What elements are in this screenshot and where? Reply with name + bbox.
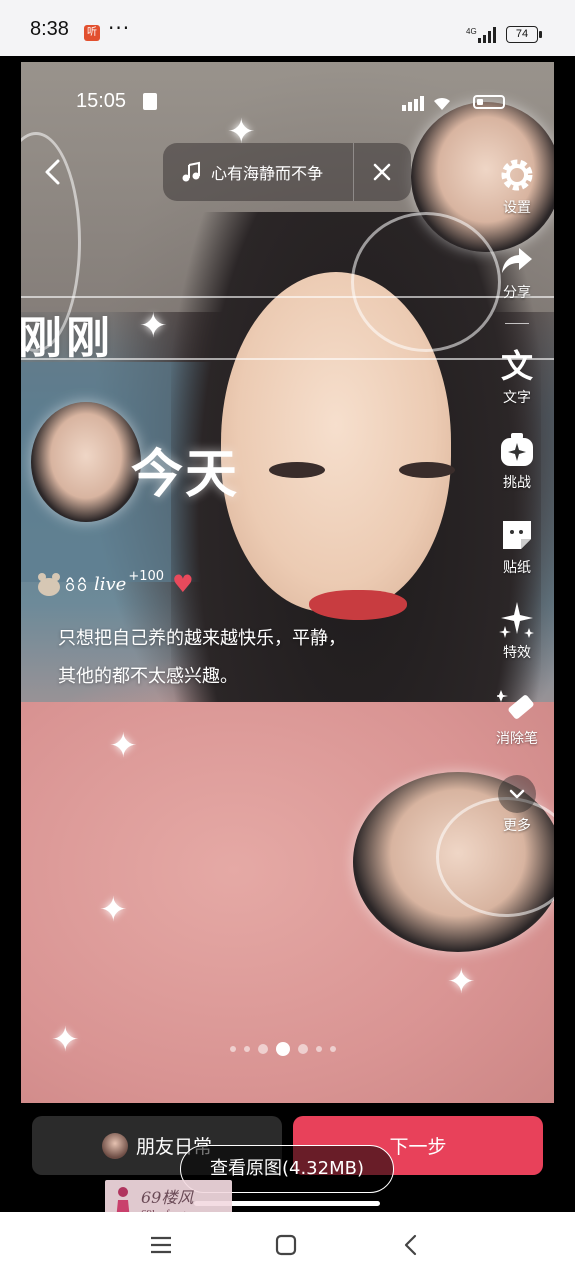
- heart-photo-left: [31, 402, 141, 522]
- text-icon: 文: [501, 347, 533, 385]
- tool-sticker[interactable]: 贴纸: [482, 515, 552, 577]
- page-dot[interactable]: [330, 1046, 336, 1052]
- page-dot-active[interactable]: [276, 1042, 290, 1056]
- sparkle-icon: ✦: [447, 962, 476, 1002]
- menu-icon[interactable]: [146, 1230, 176, 1260]
- tool-label: 文字: [503, 390, 531, 406]
- sparkle-icon: ✦: [99, 890, 128, 930]
- battery-icon: 74: [506, 26, 542, 43]
- tool-label: 更多: [503, 818, 531, 834]
- sticker-icon: [503, 521, 531, 549]
- tool-label: 分享: [503, 285, 531, 301]
- chevron-down-icon: [509, 789, 525, 799]
- back-arrow-icon[interactable]: [36, 155, 70, 189]
- page-dot[interactable]: [230, 1046, 236, 1052]
- live-label: live: [94, 573, 127, 595]
- sparkle-icon: ✦: [51, 1020, 80, 1060]
- text-sticker-gangang[interactable]: 刚刚: [18, 302, 114, 366]
- tool-settings[interactable]: 设置: [482, 155, 552, 217]
- contact-card-icon: [143, 93, 157, 110]
- app-notification-icon: 听: [84, 25, 100, 41]
- tool-label: 消除笔: [496, 731, 538, 747]
- music-title: 心有海静而不争: [211, 164, 324, 183]
- avatar: [101, 1132, 128, 1159]
- decor-line: [21, 296, 554, 298]
- tool-share[interactable]: 分享: [482, 240, 552, 302]
- bear-icon: [38, 573, 60, 596]
- music-chip-divider: [353, 143, 354, 201]
- close-icon[interactable]: [369, 159, 395, 185]
- page-dot[interactable]: [258, 1044, 268, 1054]
- tool-label: 挑战: [503, 475, 531, 491]
- page-dot[interactable]: [244, 1046, 250, 1052]
- system-status-bar: 8:38 听 ··· 4G 74: [0, 0, 575, 56]
- page-indicator: [230, 1042, 336, 1056]
- photo-left-eye: [269, 462, 325, 478]
- share-icon: [502, 248, 532, 273]
- page-dot[interactable]: [316, 1046, 322, 1052]
- inner-signal-icon: [402, 96, 450, 111]
- tool-eraser[interactable]: 消除笔: [482, 686, 552, 748]
- system-time: 8:38: [30, 18, 69, 40]
- challenge-icon: [501, 433, 533, 466]
- inner-status-time: 15:05: [76, 90, 127, 112]
- more-button[interactable]: [498, 775, 536, 813]
- navigation-bar: [0, 1212, 575, 1280]
- eraser-icon: [497, 690, 534, 719]
- music-selector[interactable]: 心有海静而不争: [163, 143, 411, 201]
- sparkles-icon: [499, 602, 534, 638]
- home-square-icon[interactable]: [271, 1230, 301, 1260]
- caption-line: 其他的都不太感兴趣。: [58, 666, 238, 687]
- tool-more[interactable]: 更多: [482, 775, 552, 835]
- more-notifications-icon: ···: [108, 16, 131, 40]
- heart-outline-decoration: [351, 212, 501, 352]
- tool-label: 特效: [503, 645, 531, 661]
- live-count: +100: [128, 568, 165, 584]
- text-sticker-jintian[interactable]: 今天: [131, 432, 239, 507]
- tool-divider: [505, 323, 529, 324]
- signal-icon: 4G: [466, 27, 496, 43]
- back-nav-icon[interactable]: [396, 1230, 426, 1260]
- watermark-title: 69楼风: [141, 1188, 194, 1207]
- sparkle-icon: ✦: [139, 306, 168, 346]
- photo-right-eye: [399, 462, 455, 478]
- caption-text[interactable]: 只想把自己养的越来越快乐，平静， 其他的都不太感兴趣。: [58, 620, 418, 696]
- tool-label: 贴纸: [503, 560, 531, 576]
- svg-text:文: 文: [501, 347, 533, 385]
- gear-icon: [501, 159, 533, 191]
- tool-text[interactable]: 文 文字: [482, 345, 552, 407]
- caption-line: 只想把自己养的越来越快乐，平静，: [58, 628, 346, 649]
- inner-battery-icon: [473, 95, 505, 109]
- photo-lips: [309, 590, 407, 620]
- music-note-icon: [182, 161, 200, 182]
- bunny-face-icon: [65, 577, 87, 592]
- page-dot[interactable]: [298, 1044, 308, 1054]
- tool-label: 设置: [503, 200, 531, 216]
- sparkle-icon: ✦: [109, 726, 138, 766]
- tool-effects[interactable]: 特效: [482, 600, 552, 662]
- tool-challenge[interactable]: 挑战: [482, 430, 552, 492]
- live-sticker[interactable]: live +100 ♥: [34, 568, 194, 598]
- network-type-label: 4G: [466, 27, 477, 36]
- heart-icon: ♥: [172, 570, 194, 598]
